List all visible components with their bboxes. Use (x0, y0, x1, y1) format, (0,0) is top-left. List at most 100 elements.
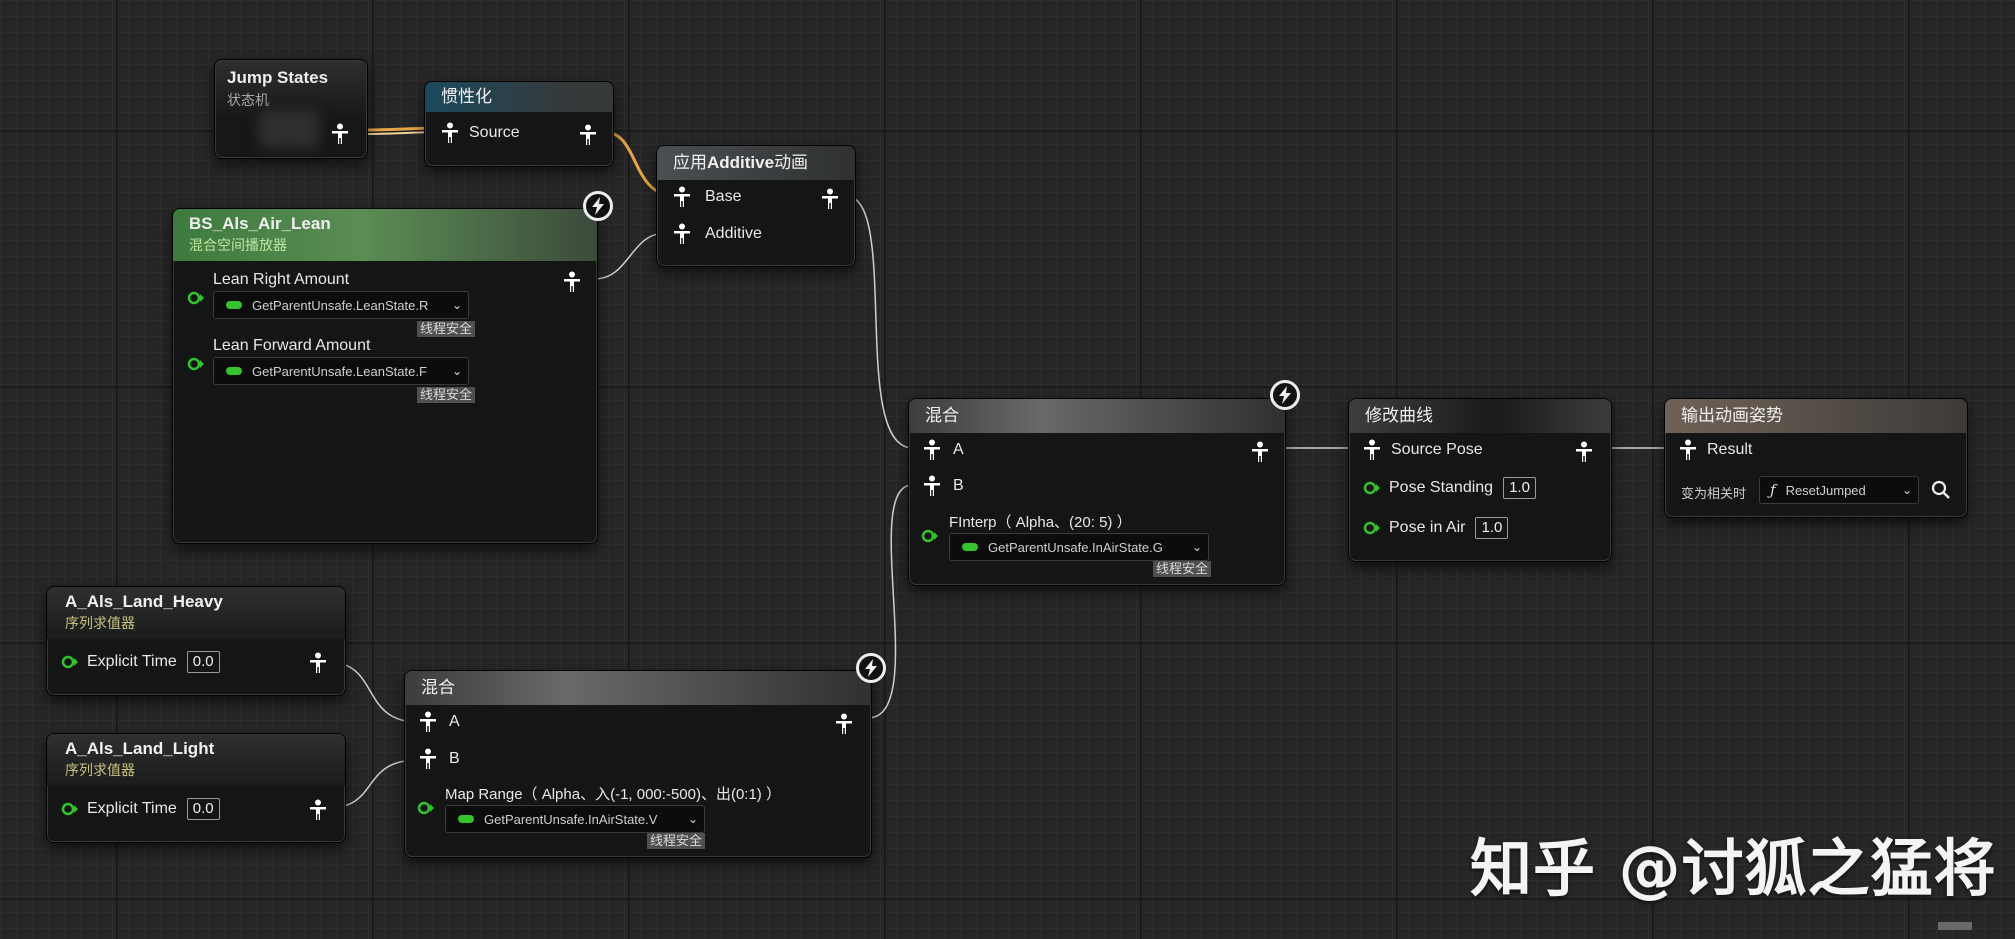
pin-a-label: A (953, 441, 964, 458)
person-pose-icon[interactable] (1679, 439, 1697, 461)
person-pose-icon[interactable] (331, 123, 349, 145)
explicit-time-label: Explicit Time (87, 653, 177, 670)
thread-safe-badge: 线程安全 (417, 387, 476, 403)
thread-safe-badge: 线程安全 (417, 321, 476, 337)
jump-states-node[interactable]: Jump States 状态机 (214, 59, 368, 159)
binding-dropdown-lean-forward[interactable]: GetParentUnsafe.LeanState.F ⌄ (213, 357, 469, 385)
relevancy-label: 变为相关时 (1681, 486, 1747, 501)
lightning-bolt-icon (583, 191, 613, 221)
person-pose-icon[interactable] (309, 652, 327, 674)
float-pin-icon[interactable] (417, 801, 435, 815)
watermark-text: 知乎 @讨狐之猛将 (1470, 832, 1997, 905)
float-pin-icon[interactable] (61, 655, 79, 669)
alpha-expression-label: Map Range（ Alpha、入(-1, 000:-500)、出(0:1) … (445, 786, 781, 803)
node-subtitle: 序列求值器 (65, 615, 135, 631)
node-title: A_Als_Land_Light (65, 739, 215, 758)
chevron-down-icon: ⌄ (1901, 483, 1913, 497)
modify-curve-node[interactable]: 修改曲线 Source Pose Pose Standing 1.0 Pose … (1348, 398, 1612, 562)
person-pose-icon[interactable] (923, 439, 941, 461)
person-pose-icon[interactable] (1363, 439, 1381, 461)
chevron-down-icon: ⌄ (451, 298, 463, 312)
float-pin-icon[interactable] (921, 529, 939, 543)
pin-result-label: Result (1707, 441, 1753, 458)
node-title: 输出动画姿势 (1681, 406, 1783, 425)
node-title: 混合 (421, 678, 455, 697)
person-pose-icon[interactable] (419, 748, 437, 770)
lean-right-label: Lean Right Amount (213, 271, 350, 288)
person-pose-icon[interactable] (923, 475, 941, 497)
float-pin-icon (226, 367, 242, 375)
blend-land-node[interactable]: 混合 A B Map Range（ Alpha、入(-1, 000:-500)、… (404, 670, 872, 858)
person-pose-icon[interactable] (673, 223, 691, 245)
person-pose-icon[interactable] (579, 124, 597, 146)
sequence-evaluator-light-node[interactable]: A_Als_Land_Light 序列求值器 Explicit Time 0.0 (46, 733, 346, 843)
apply-additive-node[interactable]: 应用Additive动画 Base Additive (656, 145, 856, 267)
pin-base-label: Base (705, 188, 742, 205)
output-pose-node[interactable]: 输出动画姿势 Result 变为相关时 ƒ ResetJumped ⌄ (1664, 398, 1968, 518)
float-pin-icon[interactable] (61, 802, 79, 816)
alpha-expression-label: FInterp（ Alpha、(20: 5) ） (949, 514, 1132, 531)
person-pose-icon[interactable] (309, 799, 327, 821)
explicit-time-value[interactable]: 0.0 (186, 798, 220, 820)
pin-b-label: B (449, 750, 460, 767)
blend-main-node[interactable]: 混合 A B FInterp（ Alpha、(20: 5) ） GetParen… (908, 398, 1286, 586)
float-pin-icon[interactable] (187, 291, 205, 305)
float-pin-icon (962, 543, 978, 551)
node-title: 惯性化 (441, 87, 492, 106)
node-title-suffix: 动画 (774, 153, 809, 172)
thread-safe-badge: 线程安全 (647, 833, 706, 849)
pin-b-label: B (953, 477, 964, 494)
person-pose-icon[interactable] (835, 713, 853, 735)
float-pin-icon[interactable] (187, 357, 205, 371)
person-pose-icon[interactable] (563, 271, 581, 293)
search-icon[interactable] (1931, 480, 1951, 500)
float-pin-icon[interactable] (1363, 521, 1381, 535)
binding-dropdown-alpha[interactable]: GetParentUnsafe.InAirState.G ⌄ (949, 533, 1209, 561)
chevron-down-icon: ⌄ (687, 812, 699, 826)
pose-standing-label: Pose Standing (1389, 479, 1494, 496)
pose-standing-value[interactable]: 1.0 (1503, 477, 1536, 499)
node-title: BS_Als_Air_Lean (189, 214, 331, 233)
lightning-bolt-icon (856, 653, 886, 683)
node-subtitle: 混合空间播放器 (189, 237, 287, 253)
float-pin-icon (226, 301, 242, 309)
blendspace-player-node[interactable]: BS_Als_Air_Lean 混合空间播放器 Lean Right Amoun… (172, 208, 598, 544)
person-pose-icon[interactable] (673, 186, 691, 208)
function-icon: ƒ (1770, 481, 1776, 499)
node-title-prefix: 应用 (673, 153, 707, 172)
function-dropdown[interactable]: ƒ ResetJumped ⌄ (1759, 476, 1919, 504)
node-title: A_Als_Land_Heavy (65, 592, 223, 611)
person-pose-icon[interactable] (441, 122, 459, 144)
binding-dropdown-lean-right[interactable]: GetParentUnsafe.LeanState.R ⌄ (213, 291, 469, 319)
explicit-time-value[interactable]: 0.0 (186, 651, 220, 673)
sequence-evaluator-heavy-node[interactable]: A_Als_Land_Heavy 序列求值器 Explicit Time 0.0 (46, 586, 346, 696)
corner-indicator (1938, 922, 1972, 930)
person-pose-icon[interactable] (1251, 441, 1269, 463)
chevron-down-icon: ⌄ (1191, 540, 1203, 554)
node-subtitle: 序列求值器 (65, 762, 135, 778)
thread-safe-badge: 线程安全 (1153, 561, 1212, 577)
node-title: Jump States (227, 68, 329, 87)
node-title-bold: Additive (707, 153, 775, 172)
explicit-time-label: Explicit Time (87, 800, 177, 817)
pose-in-air-label: Pose in Air (1389, 519, 1466, 536)
wire-landblend-to-blend-b (867, 484, 913, 719)
node-title: 混合 (925, 406, 959, 425)
node-title: 修改曲线 (1365, 406, 1433, 425)
binding-dropdown-alpha[interactable]: GetParentUnsafe.InAirState.V ⌄ (445, 805, 705, 833)
pin-source-label: Source (469, 124, 520, 141)
person-pose-icon[interactable] (419, 711, 437, 733)
node-subtitle: 状态机 (227, 92, 269, 108)
pose-in-air-value[interactable]: 1.0 (1475, 517, 1509, 539)
lean-forward-label: Lean Forward Amount (213, 337, 371, 354)
lightning-bolt-icon (1270, 380, 1300, 410)
float-pin-icon[interactable] (1363, 481, 1381, 495)
person-pose-icon[interactable] (1575, 441, 1593, 463)
person-pose-icon[interactable] (821, 188, 839, 210)
float-pin-icon (458, 815, 474, 823)
chevron-down-icon: ⌄ (451, 364, 463, 378)
blurred-region (259, 110, 319, 148)
inertialization-node[interactable]: 惯性化 Source (424, 81, 614, 167)
pin-a-label: A (449, 713, 460, 730)
pin-additive-label: Additive (705, 225, 762, 242)
